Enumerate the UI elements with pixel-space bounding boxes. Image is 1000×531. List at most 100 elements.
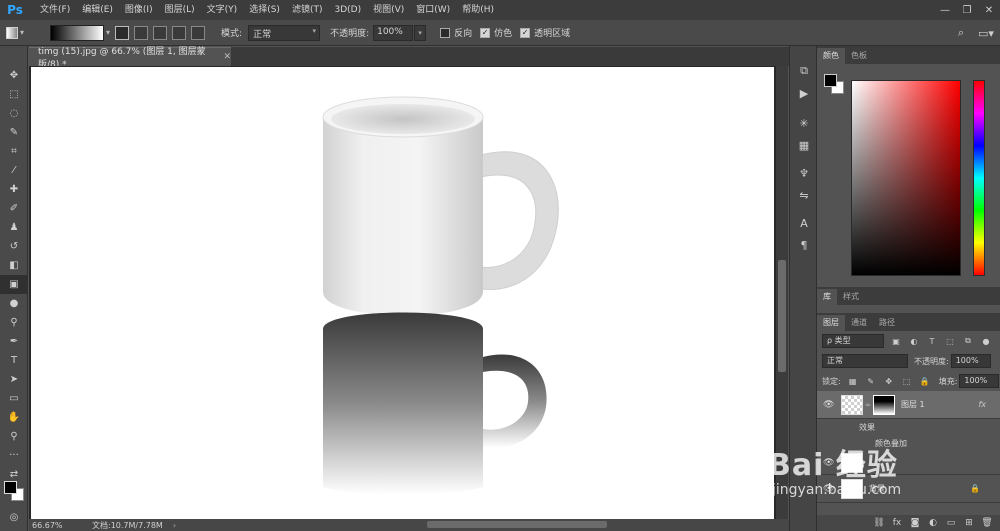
hue-slider[interactable] [973, 80, 985, 276]
effects-item[interactable]: 效果 [817, 419, 1000, 435]
tab-styles[interactable]: 样式 [837, 289, 865, 305]
filter-toggle-icon[interactable]: ● [980, 335, 992, 347]
gradient-picker-chevron-icon[interactable]: ▾ [106, 28, 110, 37]
document-tab[interactable]: timg (15).jpg @ 66.7% (图层 1, 图层蒙版/8) * ✕ [29, 47, 231, 70]
layer-mask-thumbnail[interactable] [873, 394, 895, 415]
angle-gradient-button[interactable] [153, 25, 168, 40]
horizontal-scroll-thumb[interactable] [427, 521, 607, 528]
workspace-switcher-icon[interactable]: ▭▾ [972, 22, 1000, 44]
pen-tool-icon[interactable]: ✒ [0, 332, 28, 351]
reflected-gradient-button[interactable] [172, 25, 187, 40]
gradient-editor-swatch[interactable] [50, 24, 104, 41]
add-mask-icon[interactable]: ◙ [906, 518, 924, 528]
menu-layer[interactable]: 图层(L) [159, 0, 201, 20]
new-layer-icon[interactable]: ⊞ [960, 518, 978, 528]
menu-edit[interactable]: 编辑(E) [76, 0, 119, 20]
layer-opacity-input[interactable]: 100% [950, 354, 991, 368]
layer-row-layer-1[interactable]: 👁 ∞ 图层 1 fx [817, 391, 1000, 419]
lock-all-icon[interactable]: 🔒 [919, 375, 931, 387]
fill-input[interactable]: 100% [959, 374, 1000, 388]
menu-file[interactable]: 文件(F) [34, 0, 76, 20]
foreground-color-chip[interactable] [824, 74, 837, 87]
tool-preset-picker[interactable]: ▾ [6, 22, 40, 44]
zoom-level[interactable]: 66.67% [32, 521, 82, 530]
document-canvas[interactable] [31, 67, 774, 519]
canvas-area[interactable] [29, 66, 776, 519]
tab-channels[interactable]: 通道 [845, 315, 873, 331]
adjustment-filter-icon[interactable]: ◐ [908, 335, 920, 347]
transparency-checkbox[interactable]: ✓ [520, 27, 531, 38]
blur-tool-icon[interactable]: ● [0, 294, 28, 313]
shape-filter-icon[interactable]: ⬚ [944, 335, 956, 347]
lock-transparent-icon[interactable]: ▦ [847, 375, 859, 387]
vertical-scroll-thumb[interactable] [778, 260, 786, 372]
smart-object-filter-icon[interactable]: ⧉ [962, 335, 974, 347]
tab-swatches[interactable]: 色板 [845, 48, 873, 64]
path-select-tool-icon[interactable]: ➤ [0, 370, 28, 389]
type-tool-icon[interactable]: T [0, 351, 28, 370]
menu-type[interactable]: 文字(Y) [201, 0, 244, 20]
brush-tool-icon[interactable]: ✐ [0, 199, 28, 218]
quick-mask-icon[interactable]: ◎ [0, 508, 28, 527]
menu-window[interactable]: 窗口(W) [410, 0, 456, 20]
menu-3d[interactable]: 3D(D) [328, 0, 367, 20]
lock-artboard-icon[interactable]: ⬚ [901, 375, 913, 387]
color-spectrum-field[interactable] [851, 80, 961, 276]
restore-button[interactable]: ❐ [956, 0, 978, 20]
lock-position-icon[interactable]: ✥ [883, 375, 895, 387]
chain-link-icon[interactable]: ∞ [865, 401, 873, 409]
opacity-chevron-icon[interactable]: ▾ [414, 24, 427, 41]
dither-checkbox[interactable]: ✓ [480, 27, 491, 38]
paragraph-panel-icon[interactable]: ¶ [790, 234, 818, 256]
type-filter-icon[interactable]: T [926, 335, 938, 347]
blend-mode-select[interactable]: 正常 [822, 354, 908, 368]
fx-icon[interactable]: fx [978, 400, 986, 409]
adjustments-icon[interactable]: ⇋ [790, 184, 818, 206]
menu-select[interactable]: 选择(S) [243, 0, 286, 20]
tab-paths[interactable]: 路径 [873, 315, 901, 331]
menu-image[interactable]: 图像(I) [119, 0, 159, 20]
new-adjustment-icon[interactable]: ◐ [924, 518, 942, 528]
character-panel-icon[interactable]: A [790, 212, 818, 234]
reverse-checkbox[interactable] [440, 27, 451, 38]
healing-brush-tool-icon[interactable]: ✚ [0, 180, 28, 199]
color-swatches[interactable] [4, 481, 24, 501]
add-style-icon[interactable]: fx [888, 518, 906, 528]
move-tool-icon[interactable]: ✥ [0, 66, 28, 85]
eraser-tool-icon[interactable]: ◧ [0, 256, 28, 275]
foreground-color-swatch[interactable] [4, 481, 17, 494]
dodge-tool-icon[interactable]: ⚲ [0, 313, 28, 332]
eyedropper-tool-icon[interactable]: ⁄ [0, 161, 28, 180]
rectangle-tool-icon[interactable]: ▭ [0, 389, 28, 408]
tab-layers[interactable]: 图层 [817, 315, 845, 331]
new-group-icon[interactable]: ▭ [942, 518, 960, 528]
marquee-tool-icon[interactable]: ⬚ [0, 85, 28, 104]
link-layers-icon[interactable]: ⛓ [870, 518, 888, 528]
more-tools-icon[interactable]: ··· [0, 446, 28, 465]
image-filter-icon[interactable]: ▣ [890, 335, 902, 347]
clone-stamp-tool-icon[interactable]: ♟ [0, 218, 28, 237]
3d-panel-icon[interactable]: ✳ [790, 112, 818, 134]
tab-color[interactable]: 颜色 [817, 48, 845, 64]
diamond-gradient-button[interactable] [191, 25, 206, 40]
opacity-input[interactable]: 100% [373, 24, 414, 41]
brush-panel-icon[interactable]: ♆ [790, 162, 818, 184]
search-icon[interactable]: ⌕ [950, 22, 972, 44]
eye-icon[interactable]: 👁 [823, 400, 835, 410]
menu-view[interactable]: 视图(V) [367, 0, 410, 20]
quick-select-tool-icon[interactable]: ✎ [0, 123, 28, 142]
close-icon[interactable]: ✕ [223, 52, 231, 62]
chevron-right-icon[interactable]: › [173, 521, 176, 530]
menu-filter[interactable]: 滤镜(T) [286, 0, 329, 20]
mode-select[interactable]: 正常 ▾ [248, 24, 321, 41]
history-panel-icon[interactable]: ⧉ [790, 60, 818, 82]
history-brush-tool-icon[interactable]: ↺ [0, 237, 28, 256]
histogram-icon[interactable]: ▦ [790, 134, 818, 156]
gradient-tool-icon[interactable]: ▣ [0, 275, 28, 294]
actions-play-icon[interactable]: ▶ [790, 82, 818, 104]
hand-tool-icon[interactable]: ✋ [0, 408, 28, 427]
linear-gradient-button[interactable] [115, 25, 130, 40]
lasso-tool-icon[interactable]: ◌ [0, 104, 28, 123]
delete-layer-icon[interactable]: 🗑 [978, 518, 996, 528]
menu-help[interactable]: 帮助(H) [456, 0, 500, 20]
